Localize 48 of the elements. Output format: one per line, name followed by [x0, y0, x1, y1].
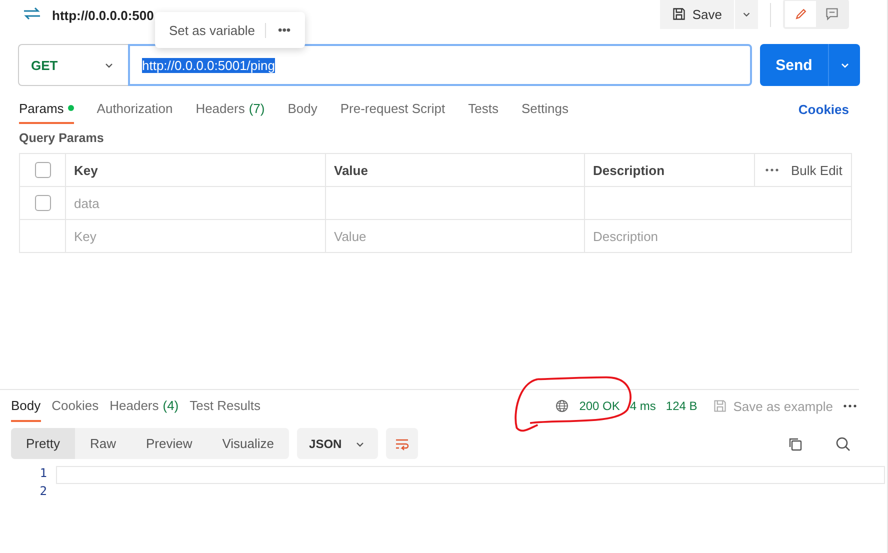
- copy-icon[interactable]: [787, 436, 803, 452]
- column-header: Value: [326, 154, 585, 186]
- response-time[interactable]: 4 ms: [630, 399, 656, 413]
- column-header: Key: [66, 154, 326, 186]
- more-icon[interactable]: [765, 168, 779, 172]
- format-dropdown[interactable]: JSON: [297, 428, 378, 459]
- save-as-example-button[interactable]: Save as example: [713, 398, 833, 414]
- request-tab[interactable]: Tests: [468, 94, 498, 124]
- response-tab[interactable]: Cookies: [52, 390, 99, 422]
- method-dropdown[interactable]: GET: [18, 44, 128, 86]
- view-mode-tab[interactable]: Raw: [74, 428, 131, 459]
- search-icon[interactable]: [835, 436, 851, 452]
- response-tab[interactable]: Headers (4): [110, 390, 179, 422]
- view-mode-tab[interactable]: Visualize: [207, 428, 290, 459]
- request-tab[interactable]: Params: [19, 94, 74, 124]
- view-mode-tab[interactable]: Pretty: [11, 428, 75, 459]
- view-mode-tab[interactable]: Preview: [130, 428, 208, 459]
- request-tab[interactable]: Body: [288, 94, 318, 124]
- pencil-icon[interactable]: [785, 1, 816, 27]
- cookies-link[interactable]: Cookies: [798, 102, 849, 116]
- request-tab[interactable]: Headers (7): [196, 94, 265, 124]
- line-number: 2: [38, 483, 48, 500]
- checkbox[interactable]: [34, 195, 50, 211]
- request-tab[interactable]: Authorization: [96, 94, 173, 124]
- response-tab[interactable]: Test Results: [190, 390, 260, 422]
- value-field[interactable]: Value: [326, 220, 585, 252]
- line-number: 1: [38, 465, 48, 482]
- response-size[interactable]: 124 B: [666, 399, 698, 413]
- description-field[interactable]: Description: [585, 220, 851, 252]
- request-title: http://0.0.0.0:500: [52, 8, 154, 22]
- column-header: Description: [585, 154, 755, 186]
- send-button[interactable]: Send: [760, 44, 828, 86]
- wrap-lines-button[interactable]: [386, 428, 418, 459]
- request-tab[interactable]: Settings: [521, 94, 568, 124]
- globe-icon[interactable]: [555, 399, 570, 413]
- more-icon[interactable]: [843, 404, 857, 408]
- checkbox[interactable]: [34, 162, 50, 178]
- url-field[interactable]: http://0.0.0.0:5001/ping: [128, 44, 752, 86]
- status-code[interactable]: 200 OK: [579, 399, 620, 413]
- response-tab[interactable]: Body: [11, 390, 41, 422]
- table-cell[interactable]: data: [66, 187, 326, 219]
- more-button[interactable]: •••: [278, 23, 291, 37]
- key-field[interactable]: Key: [66, 220, 326, 252]
- request-tab[interactable]: Pre-request Script: [340, 94, 446, 124]
- save-button[interactable]: Save: [660, 0, 734, 29]
- section-title: Query Params: [19, 131, 105, 145]
- bulk-edit-button[interactable]: Bulk Edit: [791, 162, 842, 178]
- set-as-variable-option[interactable]: Set as variable: [169, 22, 266, 38]
